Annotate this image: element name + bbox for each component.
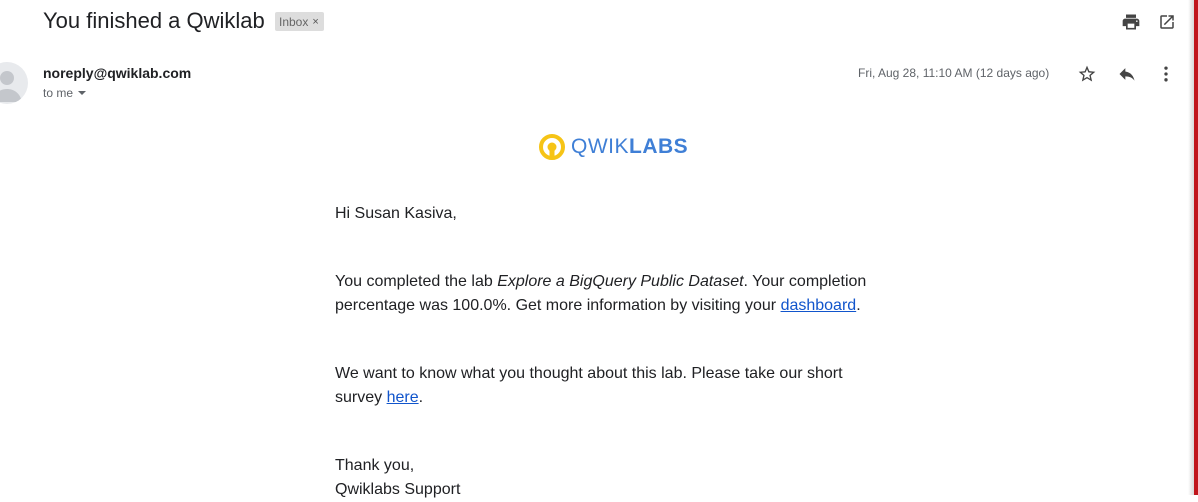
- qwiklabs-logo: QWIKLABS: [538, 133, 688, 161]
- more-vert-icon[interactable]: [1154, 62, 1178, 86]
- recipient-details-toggle[interactable]: to me: [43, 86, 87, 100]
- survey-paragraph: We want to know what you thought about t…: [335, 362, 855, 410]
- p1-text-before: You completed the lab: [335, 273, 498, 290]
- recipient-text: to me: [43, 86, 74, 100]
- remove-label-icon[interactable]: ×: [312, 16, 318, 28]
- open-in-new-window-icon[interactable]: [1155, 10, 1179, 34]
- dashboard-link[interactable]: dashboard: [781, 297, 857, 314]
- greeting: Hi Susan Kasiva,: [335, 205, 457, 222]
- p1-text-end: .: [856, 297, 861, 314]
- qwiklabs-logo-icon: [539, 134, 565, 160]
- signature: Qwiklabs Support: [335, 481, 461, 498]
- closing: Thank you,: [335, 457, 415, 474]
- print-icon[interactable]: [1119, 10, 1143, 34]
- logo-text-bold: LABS: [629, 135, 689, 158]
- reply-icon[interactable]: [1115, 62, 1139, 86]
- survey-link[interactable]: here: [387, 389, 419, 406]
- sender-avatar: [0, 62, 28, 104]
- logo-text-light: QWIK: [571, 135, 629, 158]
- sender-address[interactable]: noreply@qwiklab.com: [43, 65, 191, 81]
- inbox-label-chip[interactable]: Inbox ×: [275, 12, 324, 31]
- chevron-down-icon: [78, 91, 87, 95]
- p2-text-end: .: [418, 389, 424, 406]
- star-icon[interactable]: [1075, 62, 1099, 86]
- logo-wordmark: QWIKLABS: [571, 135, 688, 159]
- email-date: Fri, Aug 28, 11:10 AM (12 days ago): [858, 66, 1050, 80]
- lab-name: Explore a BigQuery Public Dataset: [497, 273, 744, 290]
- email-subject: You finished a Qwiklab: [43, 8, 265, 33]
- desktop-background-edge: [1194, 0, 1198, 495]
- completion-paragraph: You completed the lab Explore a BigQuery…: [335, 270, 875, 318]
- label-text: Inbox: [279, 14, 309, 29]
